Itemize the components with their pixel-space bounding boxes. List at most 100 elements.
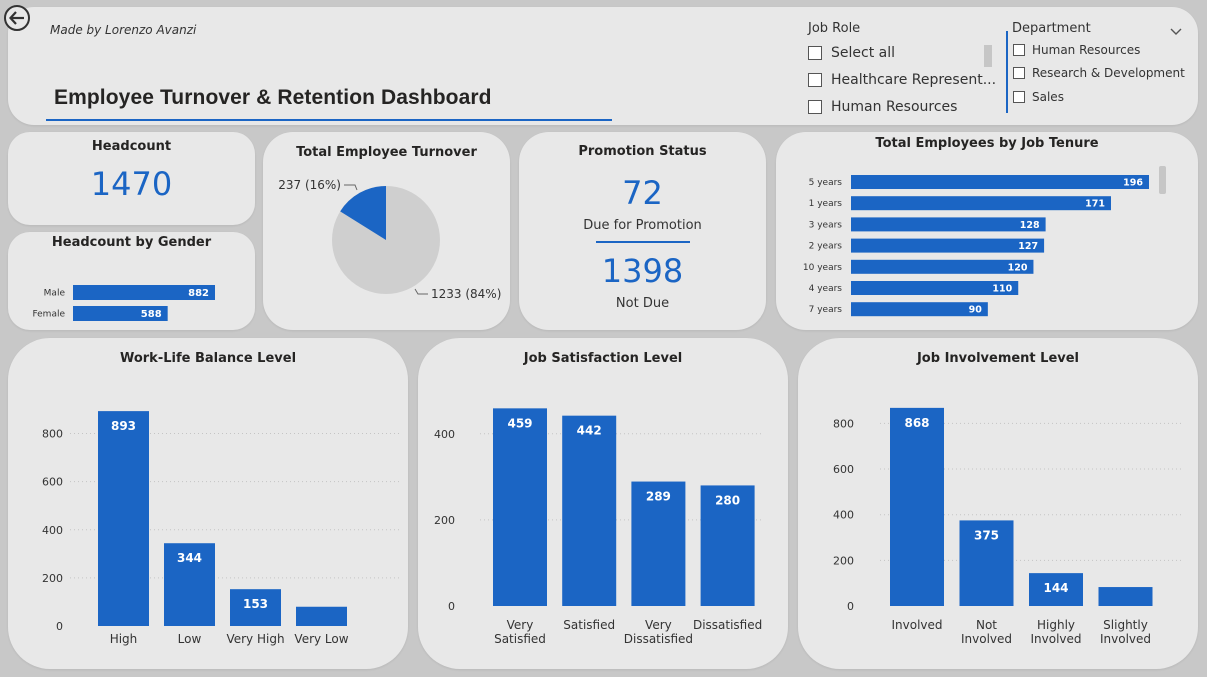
category-label: Low (178, 632, 202, 646)
category-label: Satisfied (494, 632, 546, 646)
bar (296, 606, 347, 626)
checkbox[interactable] (1013, 67, 1025, 79)
leader-line (414, 288, 428, 295)
option-label: Healthcare Represent... (831, 72, 997, 88)
data-label: 289 (646, 490, 671, 504)
y-tick-label: 200 (434, 514, 455, 527)
card-title: Promotion Status (578, 144, 707, 159)
checkbox[interactable] (1013, 44, 1025, 56)
category-label: Very (645, 618, 672, 632)
job-role-option[interactable]: Human Resources (808, 99, 957, 115)
title-underline (46, 119, 612, 121)
bar (851, 175, 1149, 189)
data-label: 344 (177, 551, 202, 565)
category-label: 4 years (809, 284, 843, 294)
job-role-option[interactable]: Select all (808, 45, 895, 61)
worklife-card: Work-Life Balance Level 0 200 400 600 800 893… (8, 338, 408, 669)
not-due-label: Not Due (615, 296, 670, 311)
category-label: 3 years (809, 220, 843, 230)
category-label: Highly (1037, 618, 1075, 632)
category-label: 2 years (809, 242, 843, 252)
y-tick-label: 600 (833, 463, 854, 476)
y-tick-label: 200 (833, 554, 854, 567)
data-label: 196 (1123, 178, 1143, 189)
job-role-option[interactable]: Healthcare Represent... (808, 72, 996, 88)
bar (851, 302, 988, 317)
bar (98, 411, 149, 626)
y-tick-label: 800 (833, 417, 854, 430)
option-label: Select all (831, 45, 895, 61)
y-tick-label: 400 (833, 509, 854, 522)
category-label: Involved (891, 618, 942, 632)
bar (562, 415, 617, 606)
option-label: Human Resources (831, 99, 958, 115)
slicer-scrollbar[interactable] (984, 45, 992, 67)
satisfaction-card: Job Satisfaction Level 0 200 400 459 Very Sat… (418, 338, 788, 669)
data-label: 882 (188, 288, 209, 299)
checkbox[interactable] (1013, 91, 1025, 103)
promotion-divider (596, 241, 690, 243)
y-tick-label: 0 (448, 600, 455, 613)
chart-scrollbar[interactable] (1159, 166, 1166, 194)
category-label: 10 years (803, 263, 842, 273)
category-label: Involved (961, 632, 1012, 646)
due-promotion-label: Due for Promotion (583, 218, 702, 233)
data-label: 144 (1043, 581, 1068, 595)
bar (851, 196, 1111, 211)
tenure-card: Total Employees by Job Tenure 5 years 196… (776, 132, 1198, 330)
headcount-value: 1470 (90, 165, 173, 203)
slicer-divider (1006, 31, 1008, 113)
bar (851, 238, 1045, 253)
data-label: 128 (1020, 220, 1040, 231)
y-tick-label: 400 (42, 524, 63, 537)
option-label: Research & Development (1032, 66, 1185, 80)
category-label: 5 years (809, 178, 843, 188)
data-label: 110 (992, 284, 1012, 295)
category-label: Very High (226, 632, 284, 646)
data-label: 280 (715, 493, 740, 507)
checkbox[interactable] (808, 73, 822, 87)
category-label: Very (507, 618, 534, 632)
department-slicer-title: Department (1012, 21, 1091, 36)
option-label: Human Resources (1032, 43, 1141, 57)
slice-label: 1233 (84%) (431, 287, 501, 301)
y-tick-label: 0 (847, 600, 854, 613)
department-option[interactable]: Research & Development (1013, 66, 1185, 80)
slice-label: 237 (16%) (278, 178, 341, 192)
category-label: Involved (1100, 632, 1151, 646)
y-tick-label: 0 (56, 620, 63, 633)
department-option[interactable]: Human Resources (1013, 43, 1140, 57)
category-label: High (110, 632, 138, 646)
checkbox[interactable] (808, 46, 822, 60)
gender-bar-chart: Male 882 Female 588 (32, 285, 215, 321)
category-label: 7 years (809, 305, 843, 315)
data-label: 153 (243, 597, 268, 611)
data-label: 893 (111, 419, 136, 433)
y-tick-label: 200 (42, 572, 63, 585)
category-label: Dissatisfied (624, 632, 693, 646)
gender-card: Headcount by Gender Male 882 Female 588 (8, 232, 255, 330)
chevron-down-icon[interactable] (1168, 25, 1184, 39)
bar (851, 259, 1034, 274)
y-tick-label: 800 (42, 428, 63, 441)
due-promotion-value: 72 (622, 174, 663, 212)
y-tick-label: 400 (434, 428, 455, 441)
category-label: Very Low (294, 632, 348, 646)
y-tick-label: 600 (42, 476, 63, 489)
option-label: Sales (1032, 90, 1064, 104)
category-label: Female (32, 310, 65, 320)
department-option[interactable]: Sales (1013, 90, 1064, 104)
category-label: Satisfied (563, 618, 615, 632)
involvement-card: Job Involvement Level 0 200 400 600 800 868 In… (798, 338, 1198, 669)
data-label: 171 (1085, 199, 1105, 210)
data-label: 868 (904, 416, 929, 430)
satisfaction-bar-chart: 0200400459VerySatisfied442Satisfied289Ve… (434, 408, 763, 646)
author-credit: Made by Lorenzo Avanzi (50, 23, 197, 37)
involvement-bar-chart: 0200400600800 868Involved375NotInvolved14… (833, 407, 1183, 646)
checkbox[interactable] (808, 100, 822, 114)
bar (493, 408, 547, 606)
page-title: Employee Turnover & Retention Dashboard (54, 86, 492, 109)
back-arrow-icon[interactable] (3, 4, 31, 32)
category-label: Male (44, 289, 66, 299)
headcount-card: Headcount 1470 (8, 132, 255, 225)
